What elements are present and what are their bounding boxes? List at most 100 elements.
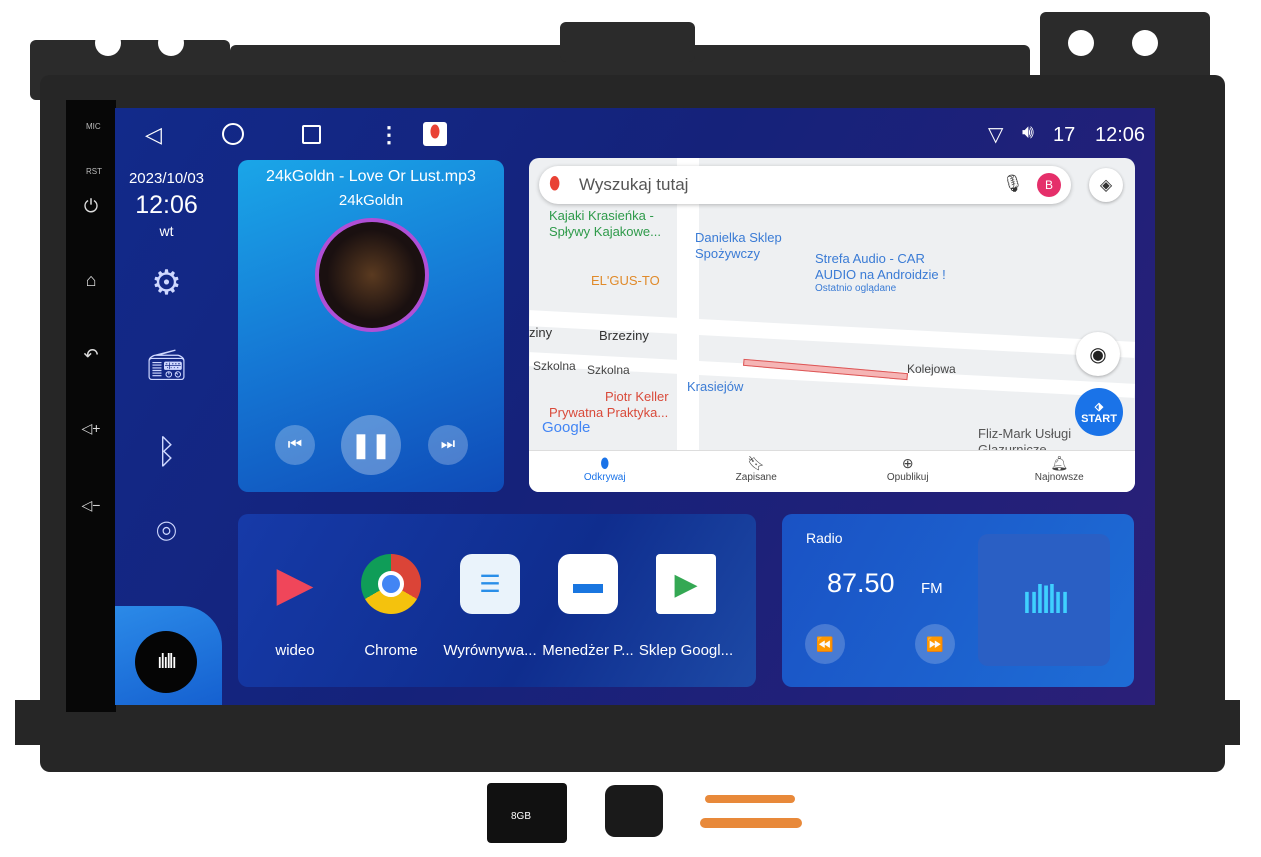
mount-hole (95, 30, 121, 56)
app-play-store[interactable]: ▶ Sklep Googl... (636, 554, 736, 659)
place-name: AUDIO na Androidzie ! (815, 267, 946, 282)
next-track-icon[interactable]: ⏭ (428, 425, 468, 465)
pry-tool-image (705, 795, 795, 803)
apps-dock: ▶ wideo Chrome ☰ Wyrównywa... ▬ Menedżer P.… (238, 514, 756, 687)
tab-label: Odkrywaj (583, 472, 626, 483)
back-icon[interactable]: ◁ (145, 122, 162, 148)
place-label[interactable]: EL'GUS-TO (591, 273, 660, 289)
search-input[interactable]: Wyszukaj tutaj (579, 175, 688, 195)
place-name: Fliz-Mark Usługi (978, 426, 1072, 441)
my-location-icon[interactable]: ◉ (1076, 332, 1120, 376)
place-label[interactable]: Kajaki Krasieńka - Spływy Kajakowe... (549, 208, 661, 240)
location-icon[interactable]: ⌾ (115, 513, 218, 552)
radio-widget[interactable]: Radio 87.50 FM ⏪ ⏩ ıılIlıı (782, 514, 1134, 687)
street-label: Szkolna (587, 363, 630, 377)
bezel-clip (560, 22, 695, 62)
maps-icon[interactable]: ⬮ (423, 122, 447, 146)
street-label: Szkolna (533, 359, 576, 373)
app-label: Menedżer P... (542, 642, 634, 659)
place-name: Kajaki Krasieńka - (549, 208, 654, 223)
back-hw-button-icon[interactable]: ↶ (78, 345, 104, 366)
menu-icon[interactable]: ⋮ (378, 122, 400, 148)
place-name: Strefa Audio - CAR (815, 251, 925, 266)
tab-odkrywaj[interactable]: ⬮ Odkrywaj (529, 451, 681, 492)
tab-label: Zapisane (735, 472, 777, 483)
place-label[interactable]: Strefa Audio - CAR AUDIO na Androidzie ! O… (815, 251, 946, 295)
rst-label[interactable]: RST (86, 167, 102, 176)
app-file-manager[interactable]: ▬ Menedżer P... (538, 554, 638, 659)
home-hw-button-icon[interactable]: ⌂ (78, 270, 104, 291)
bluetooth-icon[interactable]: ᛒ (115, 433, 218, 472)
tab-opublikuj[interactable]: ⊕ Opublikuj (832, 451, 984, 492)
radio-icon[interactable]: 📻︎ (115, 348, 218, 383)
app-label: wideo (275, 642, 315, 659)
street-label: ziny (529, 325, 553, 340)
tab-label: Opublikuj (886, 472, 929, 483)
map-search-bar[interactable]: ⬮ Wyszukaj tutaj 🎙︎ B (539, 166, 1071, 204)
radio-title: Radio (806, 530, 843, 546)
equalizer-icon: ☰ (460, 554, 520, 614)
radio-frequency: 87.50 (827, 568, 895, 598)
pause-icon[interactable]: ❚❚ (341, 415, 401, 475)
start-navigation-button[interactable]: ⬗ START (1075, 388, 1123, 436)
recents-icon[interactable] (302, 125, 321, 144)
station-label[interactable]: Krasiejów (687, 379, 743, 395)
google-maps-widget[interactable]: ⬮ Wyszukaj tutaj 🎙︎ B ◈ Kajaki Krasieńka… (529, 158, 1135, 492)
mount-hole (158, 30, 184, 56)
sidebar-weekday: wt (159, 223, 174, 239)
album-art (315, 218, 429, 332)
chrome-icon (361, 554, 421, 614)
bezel-bottom (15, 700, 1240, 745)
street-label: Kolejowa (907, 362, 956, 376)
wifi-icon: ▽ (988, 124, 1004, 146)
rear-camera-image (605, 785, 663, 837)
play-store-icon: ▶ (656, 554, 716, 614)
layers-icon[interactable]: ◈ (1089, 168, 1123, 202)
app-chrome[interactable]: Chrome (341, 554, 441, 659)
place-name: Danielka Sklep (695, 230, 782, 245)
sd-card-capacity: 8GB (511, 811, 532, 822)
sd-card-image: 8GB (487, 783, 567, 843)
place-label[interactable]: Danielka Sklep Spożywczy (695, 230, 782, 262)
music-widget: 24kGoldn - Love Or Lust.mp3 24kGoldn ⏮ ❚… (238, 160, 504, 492)
volume-down-button-icon[interactable]: ◁− (78, 497, 104, 514)
volume-icon: 🔊︎ (1022, 122, 1034, 143)
status-time: 12:06 (1095, 124, 1146, 146)
radio-band: FM (921, 580, 943, 597)
place-label[interactable]: Piotr Keller Prywatna Praktyka... (549, 389, 669, 421)
track-artist: 24kGoldn (338, 192, 404, 209)
seek-back-icon[interactable]: ⏪ (805, 624, 845, 664)
hardware-button-panel (66, 100, 116, 712)
volume-up-button-icon[interactable]: ◁+ (78, 420, 104, 437)
app-wyrownywacz[interactable]: ☰ Wyrównywa... (440, 554, 540, 659)
microphone-icon[interactable]: 🎙︎ (1002, 174, 1024, 194)
tab-label: Najnowsze (1034, 472, 1084, 483)
previous-track-icon[interactable]: ⏮ (275, 425, 315, 465)
app-wideo[interactable]: ▶ wideo (245, 554, 345, 659)
mount-hole (1068, 30, 1094, 56)
app-label: Sklep Googl... (638, 642, 734, 659)
seek-forward-icon[interactable]: ⏩ (915, 624, 955, 664)
place-name: Spożywczy (695, 246, 761, 261)
bell-icon: 🔔︎ (1050, 455, 1069, 471)
add-circle-icon: ⊕ (901, 455, 914, 471)
bookmark-icon: 🔖︎ (747, 455, 766, 471)
app-label: Chrome (364, 642, 418, 659)
google-logo: Google (542, 419, 591, 436)
tab-zapisane[interactable]: 🔖︎ Zapisane (681, 451, 833, 492)
audio-wave-icon: ıılIlıı (978, 534, 1110, 666)
map-bottom-nav: ⬮ Odkrywaj 🔖︎ Zapisane ⊕ Opublikuj 🔔︎ Najnow… (529, 450, 1135, 492)
volume-level: 17 (1053, 124, 1076, 146)
power-button-icon[interactable]: ⏻ (78, 196, 104, 217)
folder-icon: ▬ (558, 554, 618, 614)
street-label: Brzeziny (599, 328, 649, 343)
place-name: Spływy Kajakowe... (549, 224, 661, 239)
account-avatar[interactable]: B (1037, 173, 1061, 197)
home-icon[interactable] (222, 123, 244, 145)
place-name: Piotr Keller (605, 389, 669, 404)
voice-assistant-icon[interactable]: ılıllı (135, 631, 197, 693)
settings-icon[interactable]: ⚙ (115, 263, 218, 303)
screen: ◁ ⋮ ⬮ ▽ 🔊︎ 17 12:06 2023/10/03 12:06 wt … (115, 108, 1155, 705)
tab-najnowsze[interactable]: 🔔︎ Najnowsze (984, 451, 1136, 492)
explore-pin-icon: ⬮ (600, 455, 610, 471)
